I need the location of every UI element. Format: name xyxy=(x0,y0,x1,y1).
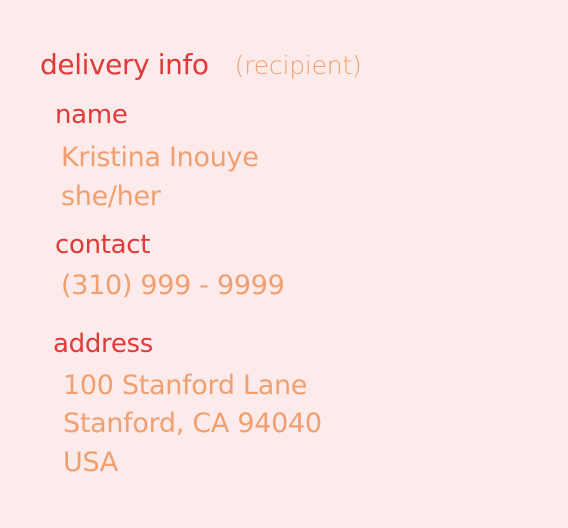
recipient-pronouns: she/her xyxy=(61,181,161,212)
contact-section-label: contact xyxy=(55,230,151,260)
recipient-phone: (310) 999 - 9999 xyxy=(61,270,285,301)
address-section-label: address xyxy=(53,329,154,359)
address-line-2: Stanford, CA 94040 xyxy=(63,408,322,439)
address-line-1: 100 Stanford Lane xyxy=(63,370,308,401)
delivery-info-header: delivery info (recipient) xyxy=(40,48,362,81)
name-section-label: name xyxy=(55,100,128,130)
recipient-full-name: Kristina Inouye xyxy=(61,142,259,173)
delivery-info-card: delivery info (recipient) name Kristina … xyxy=(0,0,568,528)
address-country: USA xyxy=(63,447,118,478)
page-title: delivery info xyxy=(40,48,209,81)
recipient-subtitle: (recipient) xyxy=(234,51,362,80)
